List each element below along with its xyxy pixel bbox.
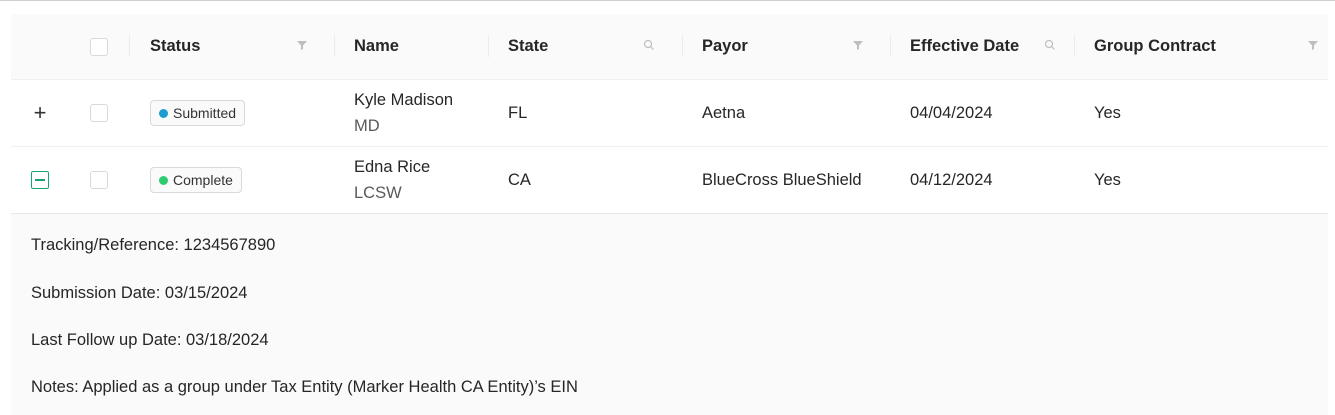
provider-credential: LCSW	[354, 184, 402, 202]
provider-name: Edna Rice	[354, 158, 431, 176]
state-cell: CA	[508, 170, 531, 189]
column-header-effective-date[interactable]: Effective Date	[910, 14, 1019, 79]
tracking-reference: Tracking/Reference: 1234567890	[31, 236, 276, 254]
status-dot-icon	[159, 175, 168, 185]
payor-cell: Aetna	[702, 103, 746, 122]
provider-credential: MD	[354, 117, 380, 135]
submission-date: Submission Date: 03/15/2024	[31, 284, 248, 302]
select-all-checkbox[interactable]	[90, 37, 108, 56]
payor-cell: BlueCross BlueShield	[702, 170, 862, 189]
status-label: Submitted	[173, 105, 237, 121]
table-header: Status Name State Payor Effective Date G…	[11, 14, 1328, 80]
column-header-name[interactable]: Name	[354, 14, 399, 79]
column-divider	[1074, 35, 1075, 57]
select-all-cell	[90, 14, 108, 79]
notes: Notes: Applied as a group under Tax Enti…	[31, 378, 578, 396]
row-checkbox[interactable]	[90, 104, 108, 122]
effective-date-cell: 04/04/2024	[910, 103, 993, 122]
collapse-row-button[interactable]	[31, 171, 49, 189]
column-divider	[682, 35, 683, 57]
column-divider	[890, 35, 891, 57]
status-label: Complete	[173, 172, 233, 188]
status-cell: Submitted	[150, 80, 246, 146]
credentialing-table: Status Name State Payor Effective Date G…	[11, 14, 1328, 214]
row-select-cell	[90, 147, 108, 213]
last-follow-up-date: Last Follow up Date: 03/18/2024	[31, 331, 269, 349]
row-checkbox[interactable]	[90, 171, 108, 189]
filter-icon[interactable]	[296, 39, 308, 51]
effective-date-cell: 04/12/2024	[910, 170, 993, 189]
expanded-row-detail: Tracking/Reference: 1234567890 Submissio…	[11, 213, 1328, 415]
column-divider	[488, 35, 489, 57]
expand-cell	[31, 147, 49, 213]
column-divider	[129, 35, 130, 57]
plus-icon: +	[33, 100, 47, 125]
search-icon[interactable]	[643, 39, 655, 51]
search-icon[interactable]	[1044, 39, 1056, 51]
provider-name: Kyle Madison	[354, 91, 454, 109]
table-row: + Submitted Kyle Madison MD FL Aetna 04/…	[11, 80, 1328, 147]
column-header-group-contract[interactable]: Group Contract	[1094, 14, 1216, 79]
status-badge: Complete	[150, 167, 242, 193]
filter-icon[interactable]	[852, 39, 864, 51]
expand-row-button[interactable]: +	[31, 100, 49, 125]
name-cell: Kyle Madison MD	[354, 80, 453, 146]
status-badge: Submitted	[150, 100, 246, 126]
column-header-state[interactable]: State	[508, 14, 548, 79]
status-cell: Complete	[150, 147, 242, 213]
row-select-cell	[90, 80, 108, 146]
expand-cell: +	[31, 80, 49, 146]
group-contract-cell: Yes	[1094, 170, 1121, 189]
group-contract-cell: Yes	[1094, 103, 1121, 122]
table-row: Complete Edna Rice LCSW CA BlueCross Blu…	[11, 147, 1328, 214]
minus-square-icon	[35, 179, 45, 181]
filter-icon[interactable]	[1307, 39, 1319, 51]
status-dot-icon	[159, 108, 168, 118]
column-divider	[334, 35, 335, 57]
column-header-payor[interactable]: Payor	[702, 14, 748, 79]
state-cell: FL	[508, 103, 528, 122]
name-cell: Edna Rice LCSW	[354, 147, 430, 213]
column-header-status[interactable]: Status	[150, 14, 200, 79]
